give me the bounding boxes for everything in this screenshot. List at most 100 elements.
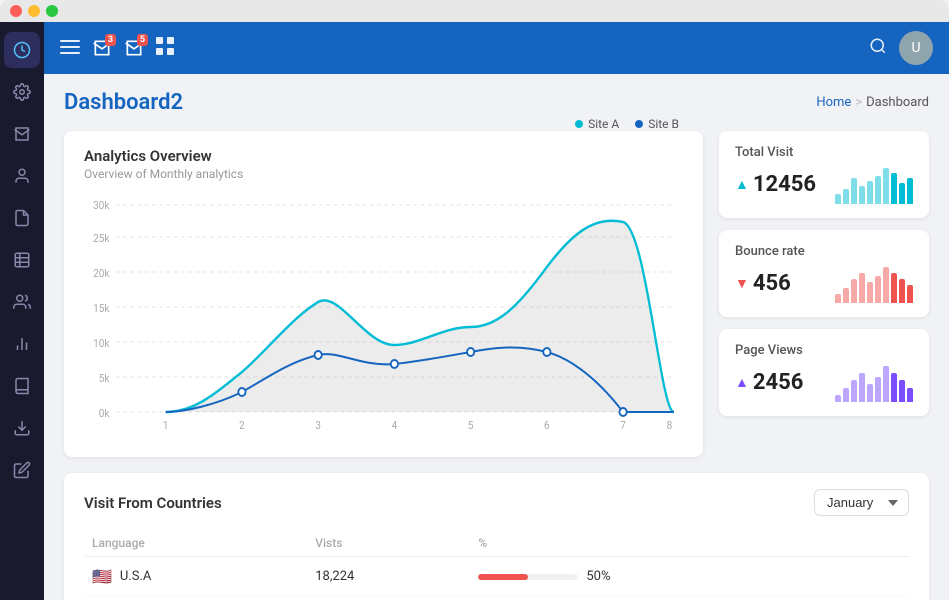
mini-bar-item — [899, 380, 905, 402]
country-cell: 🇺🇸 U.S.A — [84, 557, 307, 597]
mini-bar-item — [843, 189, 849, 204]
percent-cell: 50% — [470, 557, 909, 597]
page-views-label: Page Views — [735, 343, 913, 358]
bounce-rate-row: ▼ 456 — [735, 263, 913, 303]
grid-icon[interactable] — [156, 37, 174, 60]
sidebar-item-file[interactable] — [4, 200, 40, 236]
countries-table: Language Vists % 🇺🇸 U.S.A — [84, 530, 909, 597]
minimize-button[interactable] — [28, 5, 40, 17]
legend-site-b: Site B — [635, 117, 679, 131]
page-views-value: ▲ 2456 — [735, 370, 803, 395]
mini-bar-item — [907, 285, 913, 303]
mini-bar-item — [835, 194, 841, 204]
sidebar-item-chart[interactable] — [4, 326, 40, 362]
avatar[interactable]: U — [899, 31, 933, 65]
app-wrapper: 3 5 U Dashboard2 Home > D — [0, 22, 949, 600]
mini-bar-item — [867, 181, 873, 204]
month-select[interactable]: January February March — [814, 489, 909, 516]
sidebar — [0, 22, 44, 600]
mini-bar-item — [899, 183, 905, 204]
mini-bar-item — [851, 279, 857, 303]
analytics-chart: 0k 5k 10k 15k 20k 25k 30k — [84, 197, 683, 437]
nav-badge-1[interactable]: 3 — [92, 38, 112, 58]
svg-text:1: 1 — [163, 419, 169, 433]
close-button[interactable] — [10, 5, 22, 17]
mini-bar-item — [859, 273, 865, 303]
svg-text:7: 7 — [620, 419, 626, 433]
svg-text:15k: 15k — [93, 302, 110, 316]
mini-bar-item — [907, 178, 913, 204]
svg-text:0k: 0k — [99, 407, 110, 421]
flag-icon: 🇺🇸 — [92, 567, 112, 586]
mini-bar-item — [835, 395, 841, 402]
table-header-row: Language Vists % — [84, 530, 909, 557]
mini-bar-item — [875, 377, 881, 402]
svg-text:20k: 20k — [93, 267, 110, 281]
svg-text:4: 4 — [392, 419, 398, 433]
content-area: Dashboard2 Home > Dashboard Analytics Ov… — [44, 74, 949, 600]
mini-bar-item — [891, 273, 897, 303]
dashboard-grid: Analytics Overview Overview of Monthly a… — [64, 131, 929, 457]
mini-bar-item — [875, 176, 881, 204]
sidebar-item-user[interactable] — [4, 158, 40, 194]
mini-bar-item — [851, 380, 857, 402]
mini-bar-item — [835, 294, 841, 303]
svg-text:25k: 25k — [93, 232, 110, 246]
sidebar-item-group[interactable] — [4, 284, 40, 320]
total-visit-row: ▲ 12456 — [735, 164, 913, 204]
country-name: U.S.A — [120, 569, 151, 584]
menu-icon[interactable] — [60, 38, 80, 59]
window-chrome — [0, 0, 949, 22]
svg-text:30k: 30k — [93, 199, 110, 213]
col-visits: Vists — [307, 530, 470, 557]
mini-bar-item — [883, 168, 889, 204]
progress-bar-fill — [478, 574, 528, 580]
breadcrumb: Home > Dashboard — [816, 95, 929, 110]
countries-header: Visit From Countries January February Ma… — [84, 489, 909, 516]
mini-bar-item — [883, 366, 889, 402]
col-language: Language — [84, 530, 307, 557]
sidebar-item-download[interactable] — [4, 410, 40, 446]
maximize-button[interactable] — [46, 5, 58, 17]
legend-dot-a — [575, 120, 583, 128]
nav-badge-2[interactable]: 5 — [124, 38, 144, 58]
mini-bar-item — [883, 267, 889, 303]
search-icon[interactable] — [869, 37, 887, 60]
page-title: Dashboard2 — [64, 90, 183, 115]
sidebar-item-book[interactable] — [4, 368, 40, 404]
bounce-rate-label: Bounce rate — [735, 244, 913, 259]
chart-svg-wrapper: 0k 5k 10k 15k 20k 25k 30k — [84, 197, 683, 441]
legend-label-b: Site B — [648, 117, 679, 131]
chart-legend: Site A Site B — [575, 117, 679, 131]
chart-card: Analytics Overview Overview of Monthly a… — [64, 131, 703, 457]
mini-bar-item — [859, 186, 865, 204]
total-visit-value: ▲ 12456 — [735, 172, 816, 197]
topnav: 3 5 U — [44, 22, 949, 74]
main-area: 3 5 U Dashboard2 Home > D — [44, 22, 949, 600]
stat-card-page-views: Page Views ▲ 2456 — [719, 329, 929, 416]
chart-subtitle: Overview of Monthly analytics — [84, 167, 243, 181]
page-header: Dashboard2 Home > Dashboard — [64, 90, 929, 115]
mini-bar-item — [843, 288, 849, 303]
sidebar-item-table[interactable] — [4, 242, 40, 278]
sidebar-item-mail[interactable] — [4, 116, 40, 152]
page-views-row: ▲ 2456 — [735, 362, 913, 402]
breadcrumb-home[interactable]: Home — [816, 95, 851, 110]
mini-bar-item — [867, 384, 873, 402]
mini-bar-item — [843, 388, 849, 402]
page-views-chart — [835, 362, 913, 402]
total-visit-label: Total Visit — [735, 145, 913, 160]
stats-column: Total Visit ▲ 12456 Bounce rate — [719, 131, 929, 457]
breadcrumb-current: Dashboard — [866, 95, 929, 110]
stat-card-bounce-rate: Bounce rate ▼ 456 — [719, 230, 929, 317]
svg-text:2: 2 — [239, 419, 245, 433]
legend-dot-b — [635, 120, 643, 128]
sidebar-item-settings[interactable] — [4, 74, 40, 110]
col-percent: % — [470, 530, 909, 557]
svg-text:6: 6 — [544, 419, 550, 433]
sidebar-item-edit[interactable] — [4, 452, 40, 488]
progress-bar-bg — [478, 574, 578, 580]
mini-bar-item — [859, 373, 865, 402]
sidebar-item-dashboard[interactable] — [4, 32, 40, 68]
total-visit-chart — [835, 164, 913, 204]
